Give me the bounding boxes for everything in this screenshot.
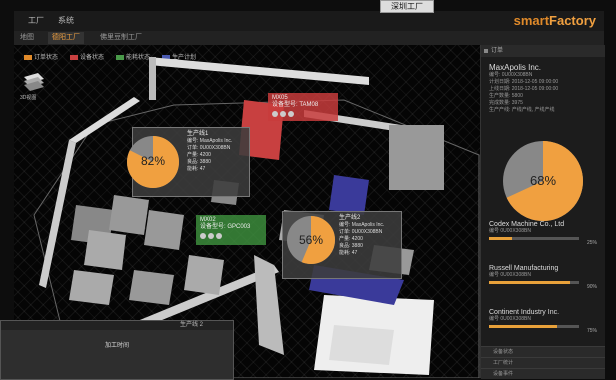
footer-factory-stats[interactable]: 工厂统计 <box>481 357 605 368</box>
company-list: Codex Machine Co., Ltd 编号 0U00X308BN 25%… <box>489 221 601 353</box>
company-item[interactable]: Russell Manufacturing 编号 0U00X308BN 90% <box>489 265 601 309</box>
company-name: MaxApolis Inc. <box>489 63 542 72</box>
tab-deyang-factory[interactable]: 德阳工厂 <box>48 32 84 44</box>
device-tag-mx02[interactable]: MX02 设备型号: GPC003 <box>196 215 266 245</box>
status-dot <box>280 111 286 117</box>
device-tag-mx05[interactable]: MX05 设备型号: TAM08 <box>268 93 338 121</box>
company-item[interactable]: Codex Machine Co., Ltd 编号 0U00X308BN 25% <box>489 221 601 265</box>
overlay-window[interactable]: 生产线 2 加工时间 <box>0 320 234 380</box>
tab-map[interactable]: 地图 <box>16 32 38 44</box>
menu-factory[interactable]: 工厂 <box>28 15 44 26</box>
overlay-label: 加工时间 <box>104 343 129 349</box>
title-bar: 工厂 系统 smartFactory <box>14 11 604 32</box>
footer-device-status[interactable]: 设备状态 <box>481 346 605 357</box>
status-dot <box>272 111 278 117</box>
menu-system[interactable]: 系统 <box>58 15 74 26</box>
tab-bar: 地图 德阳工厂 佛里豆制工厂 <box>14 31 604 45</box>
status-dot <box>216 233 222 239</box>
status-dot <box>208 233 214 239</box>
tab-fo-factory[interactable]: 佛里豆制工厂 <box>96 32 146 44</box>
line-1-percent: 82% <box>140 154 166 168</box>
footer-device-events[interactable]: 设备事件 <box>481 368 605 379</box>
sidebar-header[interactable]: 订单 <box>481 45 605 57</box>
order-percent: 68% <box>529 173 557 188</box>
status-dot <box>288 111 294 117</box>
overlay-title: 生产线 2 <box>1 321 233 330</box>
line-2-percent: 56% <box>298 233 324 247</box>
status-dot <box>200 233 206 239</box>
order-sidebar: 订单 MaxApolis Inc. 编号: 0U00X308BN 计划日期: 2… <box>480 45 605 379</box>
sidebar-footer: 设备状态 工厂统计 设备事件 <box>481 346 605 379</box>
brand-logo: smartFactory <box>513 13 596 28</box>
external-window-label: 深圳工厂 <box>380 0 434 13</box>
